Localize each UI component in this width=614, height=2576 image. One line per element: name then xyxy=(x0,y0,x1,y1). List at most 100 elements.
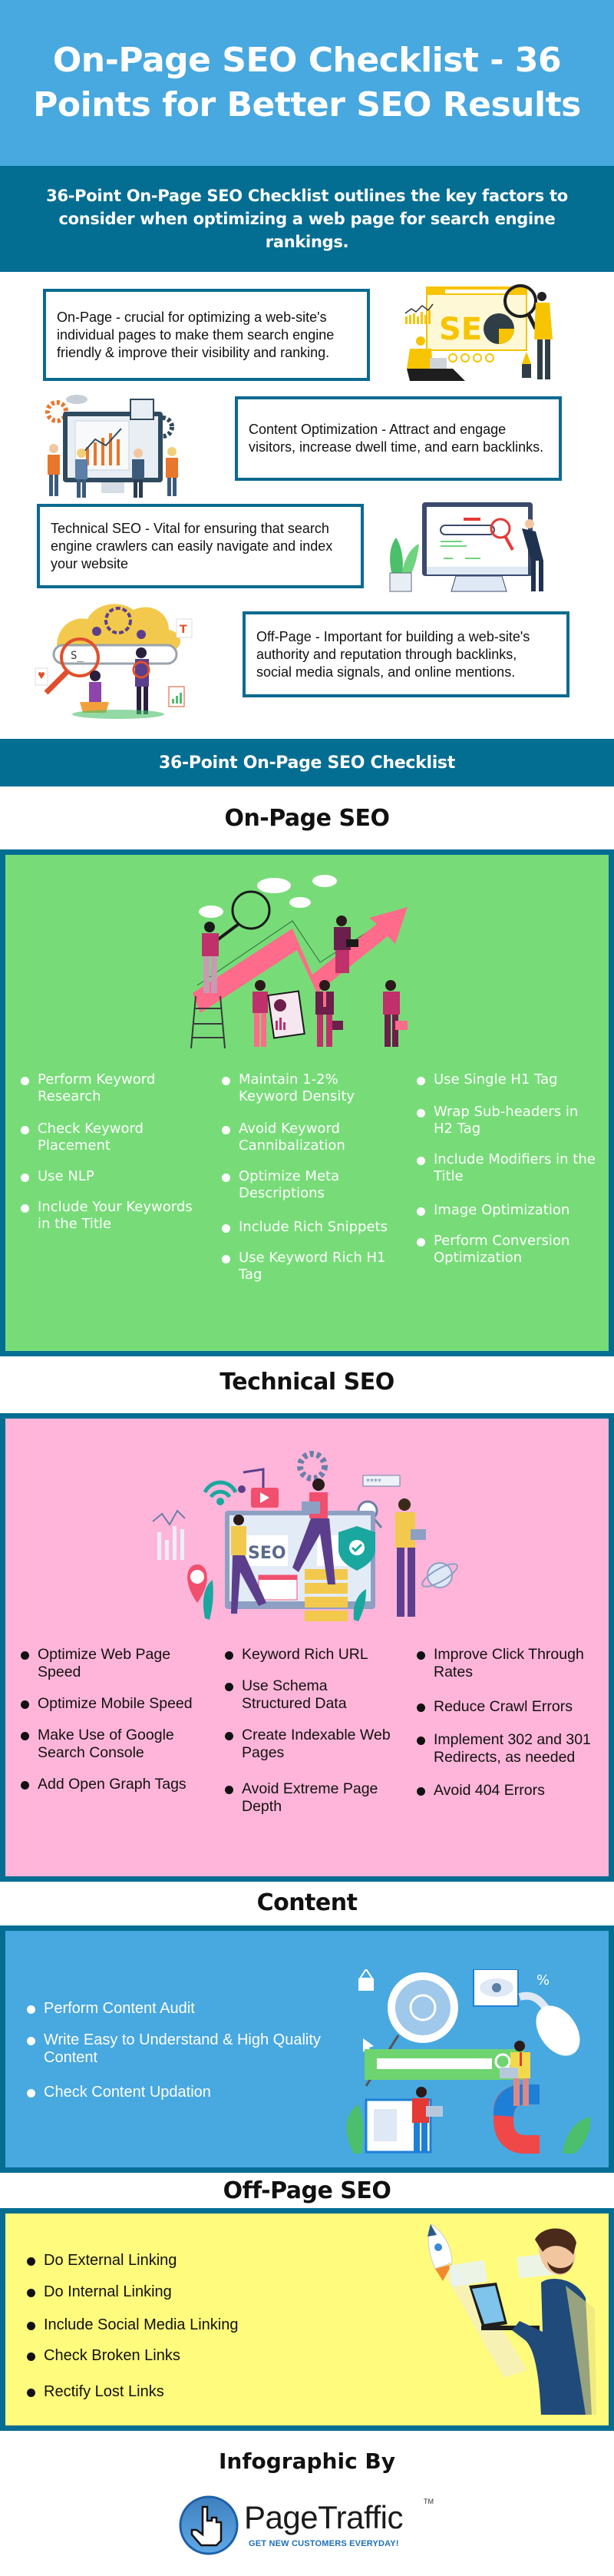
section-heading-onpage: On-Page SEO xyxy=(224,805,390,832)
list-item: Use Schema Structured Data xyxy=(225,1677,394,1713)
trademark: TM xyxy=(424,2498,434,2505)
seo-analysis-illustration: SE xyxy=(404,284,553,381)
list-item: Improve Click Through Rates xyxy=(417,1646,601,1681)
section-heading-content: Content xyxy=(256,1889,358,1916)
bullet-icon xyxy=(21,1781,29,1790)
bullet-icon xyxy=(21,1077,29,1085)
list-item: Optimize Mobile Speed xyxy=(21,1695,197,1713)
bullet-icon xyxy=(225,1651,233,1660)
definition-text: Content Optimization - Attract and engag… xyxy=(249,422,544,455)
intro-banner: 36-Point On-Page SEO Checklist outlines … xyxy=(0,166,614,272)
bullet-icon xyxy=(222,1126,230,1134)
bullet-icon xyxy=(27,2389,35,2397)
team-dashboard-illustration xyxy=(45,395,178,498)
bullet-icon xyxy=(417,1109,425,1117)
technical-column-2: Keyword Rich URL Use Schema Structured D… xyxy=(225,1646,394,1816)
definition-text: Off-Page - Important for building a web-… xyxy=(256,628,530,680)
bullet-icon xyxy=(21,1204,29,1213)
definition-text: Technical SEO - Vital for ensuring that … xyxy=(51,520,333,571)
list-item: Check Keyword Placement xyxy=(21,1121,197,1154)
list-item: Implement 302 and 301 Redirects, as need… xyxy=(417,1731,601,1766)
list-item: Create Indexable Web Pages xyxy=(225,1727,394,1762)
hand-cursor-icon xyxy=(179,2495,239,2555)
credit-label: Infographic By xyxy=(218,2449,396,2474)
growth-team-illustration xyxy=(190,875,408,1049)
offpage-list: Do External Linking Do Internal Linking … xyxy=(27,2252,334,2401)
brand-name: PageTraffic xyxy=(244,2499,403,2535)
bullet-icon xyxy=(27,2322,35,2330)
list-item: Maintain 1-2% Keyword Density xyxy=(222,1071,391,1105)
bullet-icon xyxy=(417,1737,425,1745)
bullet-icon xyxy=(222,1174,230,1182)
onpage-column-3: Use Single H1 Tag Wrap Sub-headers in H2… xyxy=(417,1071,601,1266)
list-item: Include Your Keywords in the Title xyxy=(21,1199,197,1233)
bullet-icon xyxy=(21,1651,29,1660)
svg-text:SEO: SEO xyxy=(248,1544,286,1563)
list-item: Use Single H1 Tag xyxy=(417,1071,601,1088)
bullet-icon xyxy=(27,2353,35,2361)
list-item: Include Modifiers in the Title xyxy=(417,1151,601,1185)
checklist-banner-text: 36-Point On-Page SEO Checklist xyxy=(159,753,455,773)
bullet-icon xyxy=(225,1786,233,1794)
bullet-icon xyxy=(417,1238,425,1247)
content-list: Perform Content Audit Write Easy to Unde… xyxy=(27,2000,334,2101)
seo-team-illustration: **** SEO xyxy=(152,1451,458,1621)
definition-box-content: Content Optimization - Attract and engag… xyxy=(235,396,562,481)
bullet-icon xyxy=(222,1077,230,1085)
bullet-icon xyxy=(417,1207,425,1216)
bullet-icon xyxy=(417,1077,425,1085)
bullet-icon xyxy=(21,1700,29,1709)
technical-panel: **** SEO Optimize Web Page Speed Optimiz… xyxy=(0,1413,614,1882)
bullet-icon xyxy=(225,1732,233,1740)
list-item: Include Rich Snippets xyxy=(222,1219,391,1236)
technical-column-3: Improve Click Through Rates Reduce Crawl… xyxy=(417,1646,601,1800)
checklist-banner: 36-Point On-Page SEO Checklist xyxy=(0,739,614,786)
svg-text:T: T xyxy=(180,624,187,636)
list-item: Use NLP xyxy=(21,1168,197,1185)
intro-text: 36-Point On-Page SEO Checklist outlines … xyxy=(46,187,568,251)
brand-tagline: GET NEW CUSTOMERS EVERYDAY! xyxy=(249,2539,399,2548)
bullet-icon xyxy=(225,1683,233,1691)
bullet-icon xyxy=(27,2289,35,2297)
bullet-icon xyxy=(417,1704,425,1712)
search-cloud-illustration: S_ T xyxy=(35,604,193,719)
list-item: Do Internal Linking xyxy=(27,2283,334,2301)
list-item: Check Broken Links xyxy=(27,2347,334,2365)
monitor-search-illustration xyxy=(389,502,543,592)
section-heading-technical: Technical SEO xyxy=(220,1369,394,1396)
bullet-icon xyxy=(21,1174,29,1182)
definition-box-offpage: Off-Page - Important for building a web-… xyxy=(243,611,569,697)
list-item: Do External Linking xyxy=(27,2252,334,2270)
definition-text: On-Page - crucial for optimizing a web-s… xyxy=(57,309,335,360)
rocket-laptop-illustration xyxy=(427,2224,596,2415)
definition-box-technical: Technical SEO - Vital for ensuring that … xyxy=(37,504,364,588)
technical-column-1: Optimize Web Page Speed Optimize Mobile … xyxy=(21,1646,197,1793)
onpage-column-2: Maintain 1-2% Keyword Density Avoid Keyw… xyxy=(222,1071,391,1283)
list-item: Write Easy to Understand & High Quality … xyxy=(27,2031,334,2067)
bullet-icon xyxy=(222,1255,230,1263)
bullet-icon xyxy=(27,2089,35,2098)
definition-box-onpage: On-Page - crucial for optimizing a web-s… xyxy=(43,289,370,381)
list-item: Optimize Web Page Speed xyxy=(21,1646,197,1681)
bullet-icon xyxy=(21,1732,29,1740)
list-item: Perform Keyword Research xyxy=(21,1071,197,1105)
section-heading-offpage: Off-Page SEO xyxy=(223,2177,391,2204)
onpage-column-1: Perform Keyword Research Check Keyword P… xyxy=(21,1071,197,1233)
list-item: Perform Content Audit xyxy=(27,2000,334,2018)
svg-text:SE: SE xyxy=(439,312,482,347)
list-item: Use Keyword Rich H1 Tag xyxy=(222,1250,391,1283)
list-item: Rectify Lost Links xyxy=(27,2383,334,2401)
list-item: Image Optimization xyxy=(417,1202,601,1219)
list-item: Avoid Keyword Cannibalization xyxy=(222,1121,391,1154)
title-banner: On-Page SEO Checklist - 36 Points for Be… xyxy=(0,0,614,166)
svg-text:%: % xyxy=(536,1972,550,1988)
offpage-panel: Do External Linking Do Internal Linking … xyxy=(0,2208,614,2431)
svg-text:****: **** xyxy=(366,1478,381,1486)
bullet-icon xyxy=(417,1651,425,1660)
list-item: Avoid 404 Errors xyxy=(417,1782,601,1800)
bullet-icon xyxy=(27,2005,35,2014)
list-item: Include Social Media Linking xyxy=(27,2316,334,2334)
bullet-icon xyxy=(21,1126,29,1134)
onpage-panel: Perform Keyword Research Check Keyword P… xyxy=(0,849,614,1356)
list-item: Optimize Meta Descriptions xyxy=(222,1168,391,1202)
